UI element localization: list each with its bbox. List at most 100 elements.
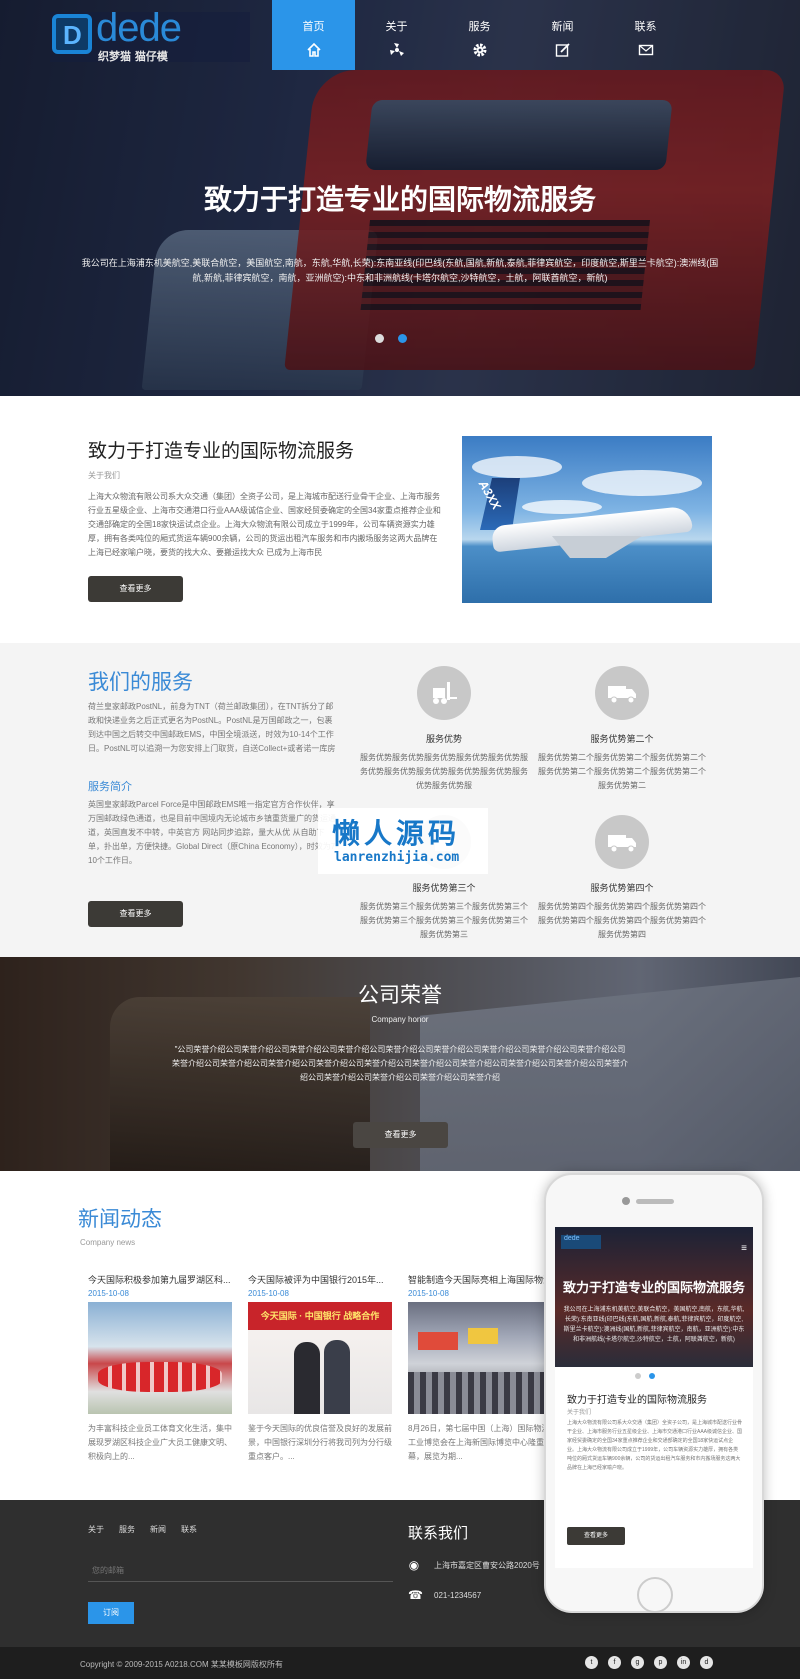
- news-image[interactable]: 今天国际 · 中国银行 战略合作: [248, 1302, 392, 1414]
- service-title: 服务优势第二个: [590, 734, 654, 744]
- phone-slider-dots: [635, 1373, 655, 1379]
- contact-phone: 021-1234567: [434, 1590, 482, 1600]
- slider-dot[interactable]: [635, 1373, 641, 1379]
- nav-item-service[interactable]: 服务: [438, 0, 521, 70]
- phone-home-button: [637, 1577, 673, 1613]
- service-desc: 服务优势第三个服务优势第三个服务优势第三个服务优势第三个服务优势第三个服务优势第…: [360, 902, 528, 939]
- contact-title: 联系我们: [408, 1524, 469, 1542]
- phone-more-button[interactable]: 查看更多: [567, 1527, 625, 1545]
- news-item-title[interactable]: 智能制造今天国际亮相上海国际物流...: [408, 1273, 552, 1286]
- contact-address-row: ◉ 上海市嘉定区曹安公路2020号: [408, 1558, 540, 1572]
- phone-hero-title: 致力于打造专业的国际物流服务: [562, 1281, 745, 1296]
- phone-mockup: dede ≡ 致力于打造专业的国际物流服务 我公司在上海浦东机美航空,美联合航空…: [544, 1173, 764, 1613]
- footer-link-news[interactable]: 新闻: [150, 1524, 166, 1535]
- service-desc: 服务优势服务优势服务优势服务优势服务优势服务优势服务优势服务优势服务优势服务优势…: [360, 753, 528, 790]
- news-image[interactable]: [88, 1302, 232, 1414]
- googleplus-icon[interactable]: g: [631, 1656, 644, 1669]
- about-more-button[interactable]: 查看更多: [88, 576, 183, 602]
- watermark-line-2: lanrenzhijia.com: [334, 850, 460, 865]
- pinterest-icon[interactable]: p: [654, 1656, 667, 1669]
- news-image[interactable]: [408, 1302, 552, 1414]
- footer-nav: 关于 服务 新闻 联系: [88, 1524, 197, 1535]
- news-item[interactable]: 今天国际积极参加第九届罗湖区科... 2015-10-08 为丰富科技企业员工体…: [88, 1273, 232, 1464]
- location-pin-icon: ◉: [408, 1558, 420, 1572]
- service-desc: 服务优势第二个服务优势第二个服务优势第二个服务优势第二个服务优势第二个服务优势第…: [538, 753, 706, 790]
- news-item[interactable]: 今天国际被评为中国银行2015年... 2015-10-08 今天国际 · 中国…: [248, 1273, 392, 1464]
- home-icon: [306, 42, 322, 58]
- service-title: 服务优势第三个: [412, 883, 476, 893]
- phone-about-subtitle: 关于我们: [567, 1410, 592, 1416]
- phone-speaker: [636, 1199, 674, 1204]
- logo-subtext: 织梦猫 猫仔模: [98, 50, 168, 63]
- menu-icon[interactable]: ≡: [741, 1243, 747, 1254]
- news-item-title[interactable]: 今天国际积极参加第九届罗湖区科...: [88, 1273, 232, 1286]
- edit-icon: [555, 42, 571, 58]
- news-item-summary: 为丰富科技企业员工体育文化生活，集中展现罗湖区科技企业广大员工健康文明、积极向上…: [88, 1424, 232, 1461]
- hero-description: 我公司在上海浦东机美航空,美联合航空，美国航空,南航，东航,华航,长荣):东南亚…: [81, 258, 719, 283]
- nav-item-news[interactable]: 新闻: [521, 0, 604, 70]
- truck-icon: [595, 666, 649, 720]
- about-subtitle: 关于我们: [88, 471, 120, 480]
- news-image-banner: 今天国际 · 中国银行 战略合作: [248, 1302, 392, 1330]
- facebook-icon[interactable]: f: [608, 1656, 621, 1669]
- nav-item-about[interactable]: 关于: [355, 0, 438, 70]
- services-intro-2: 英国皇家邮政Parcel Force是中国邮政EMS唯一指定官方合作伙伴，享万国…: [88, 800, 338, 865]
- nav-label: 关于: [385, 21, 408, 33]
- subscribe-button[interactable]: 订阅: [88, 1602, 134, 1624]
- slider-dot[interactable]: [375, 334, 384, 343]
- services-subtitle: 服务简介: [88, 781, 132, 793]
- slider-dot-active[interactable]: [649, 1373, 655, 1379]
- services-intro: 荷兰皇家邮政PostNL，前身为TNT（荷兰邮政集团），在TNT拆分了邮政和快递…: [88, 702, 336, 753]
- forklift-icon: [417, 666, 471, 720]
- about-text: 上海大众物流有限公司系大众交通（集团）全资子公司，是上海城市配送行业骨干企业、上…: [88, 492, 441, 557]
- phone-hero: dede ≡ 致力于打造专业的国际物流服务 我公司在上海浦东机美航空,美联合航空…: [555, 1227, 753, 1367]
- hero-title: 致力于打造专业的国际物流服务: [203, 183, 596, 216]
- copyright-bar: Copyright © 2009-2015 A0218.COM 某某模板网版权所…: [0, 1647, 800, 1679]
- nav-label: 联系: [634, 21, 657, 33]
- news-item-summary: 鉴于今天国际的优良信誉及良好的发展前景，中国银行深圳分行将我司列为分行级重点客户…: [248, 1424, 392, 1461]
- service-title: 服务优势: [425, 734, 462, 744]
- mail-icon: [638, 42, 654, 58]
- airplane-image: A3XX: [462, 436, 712, 603]
- watermark-logo: 懒人源码 lanrenzhijia.com: [318, 808, 488, 874]
- services-more-button[interactable]: 查看更多: [88, 901, 183, 927]
- footer-link-service[interactable]: 服务: [119, 1524, 135, 1535]
- slider-dot-active[interactable]: [398, 334, 407, 343]
- phone-hero-desc: 我公司在上海浦东机美航空,美联合航空，美国航空,南航，东航,华航,长荣):东南亚…: [563, 1307, 745, 1343]
- service-item[interactable]: 服务优势第二个 服务优势第二个服务优势第二个服务优势第二个服务优势第二个服务优势…: [537, 666, 707, 793]
- twitter-icon[interactable]: t: [585, 1656, 598, 1669]
- footer-link-contact[interactable]: 联系: [181, 1524, 197, 1535]
- contact-phone-row: ☎ 021-1234567: [408, 1588, 481, 1602]
- dribbble-icon[interactable]: d: [700, 1656, 713, 1669]
- about-title: 致力于打造专业的国际物流服务: [88, 440, 355, 462]
- footer-link-about[interactable]: 关于: [88, 1524, 104, 1535]
- news-item-date: 2015-10-08: [248, 1289, 289, 1298]
- service-item[interactable]: 服务优势 服务优势服务优势服务优势服务优势服务优势服务优势服务优势服务优势服务优…: [359, 666, 529, 793]
- phone-about-title: 致力于打造专业的国际物流服务: [567, 1395, 707, 1406]
- contact-address: 上海市嘉定区曹安公路2020号: [434, 1560, 540, 1570]
- services-title: 我们的服务: [88, 670, 193, 694]
- main-nav: 首页 关于 服务 新闻 联系: [272, 0, 687, 70]
- honor-subtitle: Company honor: [371, 1015, 429, 1024]
- nav-label: 首页: [302, 21, 325, 33]
- hero-banner: D dede 织梦猫 猫仔模 首页 关于 服务 新闻 联系 致力于打造专业的国际…: [0, 0, 800, 396]
- news-item-title[interactable]: 今天国际被评为中国银行2015年...: [248, 1273, 392, 1286]
- copyright-text: Copyright © 2009-2015 A0218.COM 某某模板网版权所…: [80, 1660, 283, 1669]
- nav-item-contact[interactable]: 联系: [604, 0, 687, 70]
- phone-icon: ☎: [408, 1588, 423, 1602]
- news-item-summary: 8月26日，第七届中国（上海）国际物流工业博览会在上海新国际博览中心隆重开幕，展…: [408, 1424, 552, 1461]
- service-desc: 服务优势第四个服务优势第四个服务优势第四个服务优势第四个服务优势第四个服务优势第…: [538, 902, 706, 939]
- linkedin-icon[interactable]: in: [677, 1656, 690, 1669]
- nav-item-home[interactable]: 首页: [272, 0, 355, 70]
- honor-title: 公司荣誉: [358, 983, 442, 1007]
- site-logo[interactable]: D dede 织梦猫 猫仔模: [50, 6, 250, 63]
- slider-dots: [375, 334, 407, 343]
- service-title: 服务优势第四个: [590, 883, 654, 893]
- news-item[interactable]: 智能制造今天国际亮相上海国际物流... 2015-10-08 8月26日，第七届…: [408, 1273, 552, 1464]
- fan-icon: [389, 42, 405, 58]
- service-item[interactable]: 服务优势第四个 服务优势第四个服务优势第四个服务优势第四个服务优势第四个服务优势…: [537, 815, 707, 942]
- honor-more-button[interactable]: 查看更多: [353, 1122, 448, 1148]
- logo-mark-icon: D: [52, 14, 92, 54]
- nav-label: 新闻: [551, 21, 574, 33]
- email-input[interactable]: [88, 1560, 393, 1582]
